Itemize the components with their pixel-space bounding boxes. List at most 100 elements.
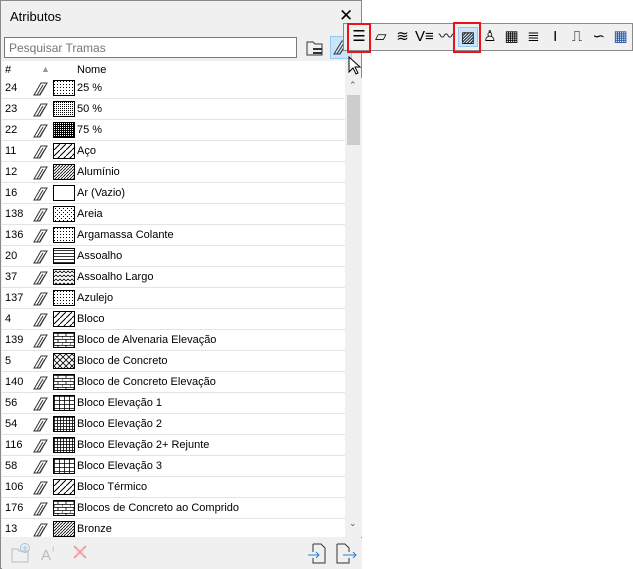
sort-ascending-icon[interactable]: ▲: [41, 64, 50, 74]
pattern-swatch: [53, 101, 75, 117]
list-item[interactable]: 54 Bloco Elevação 2: [2, 414, 345, 435]
pen-set-icon[interactable]: V≡: [414, 27, 434, 47]
fill-type-icon: [33, 166, 48, 180]
fill-type-icon: [33, 439, 48, 453]
fill-id: 54: [5, 418, 18, 430]
list-item[interactable]: 11 Aço: [2, 141, 345, 162]
fill-id: 37: [5, 271, 18, 283]
line-type-icon[interactable]: ▱: [371, 27, 391, 47]
pattern-swatch: [53, 290, 75, 306]
attributes-window: Atributos ✕ # ▲ Nome 24 25 %23 50 %22 75…: [0, 0, 362, 569]
fill-name: Ar (Vazio): [77, 187, 126, 199]
list-item[interactable]: 5 Bloco de Concreto: [2, 351, 345, 372]
search-input[interactable]: [4, 37, 297, 58]
pattern-swatch: [53, 521, 75, 537]
list-item[interactable]: 139 Bloco de Alvenaria Elevação: [2, 330, 345, 351]
fill-name: Assoalho Largo: [77, 271, 154, 283]
pattern-swatch: [53, 143, 75, 159]
pattern-swatch: [53, 437, 75, 453]
list-item[interactable]: 136 Argamassa Colante: [2, 225, 345, 246]
column-id[interactable]: #: [5, 64, 11, 76]
new-fill-icon[interactable]: [10, 542, 32, 564]
pattern-swatch: [53, 479, 75, 495]
pattern-swatch: [53, 80, 75, 96]
list-item[interactable]: 23 50 %: [2, 99, 345, 120]
fill-type-icon: [33, 250, 48, 264]
pattern-swatch: [53, 332, 75, 348]
fill-type-icon: [33, 313, 48, 327]
profile-icon[interactable]: ♙: [480, 27, 500, 47]
svg-text:A: A: [41, 547, 51, 563]
pattern-swatch: [53, 416, 75, 432]
list-item[interactable]: 12 Alumínio: [2, 162, 345, 183]
pattern-swatch: [53, 122, 75, 138]
fill-id: 16: [5, 187, 18, 199]
fill-type-icon: [33, 460, 48, 474]
fill-id: 140: [5, 376, 24, 388]
fill-type-icon: [33, 124, 48, 138]
fill-id: 12: [5, 166, 18, 178]
fill-id: 116: [5, 439, 23, 451]
rename-icon[interactable]: AI: [40, 543, 60, 563]
layer-icon[interactable]: I: [545, 27, 565, 47]
fill-type-icon: [33, 481, 48, 495]
fill-list: 24 25 % 23 50 % 22 75 % 11 Aço 12 Alumínio 16…: [2, 78, 345, 537]
fill-id: 138: [5, 208, 24, 220]
list-item[interactable]: 140 Bloco de Concreto Elevação: [2, 372, 345, 393]
scroll-down-icon[interactable]: ⌄: [349, 518, 357, 529]
fill-id: 11: [5, 145, 17, 157]
list-item[interactable]: 20 Assoalho: [2, 246, 345, 267]
mouse-cursor-icon: [348, 56, 362, 75]
highlight-box-list: [347, 23, 371, 53]
list-item[interactable]: 137 Azulejo: [2, 288, 345, 309]
list-item[interactable]: 176 Blocos de Concreto ao Comprido: [2, 498, 345, 519]
list-item[interactable]: 58 Bloco Elevação 3: [2, 456, 345, 477]
pattern-swatch: [53, 269, 75, 285]
fill-type-icon: [33, 271, 48, 285]
markup-icon[interactable]: ⎍: [567, 27, 587, 47]
fill-name: Bloco Elevação 3: [77, 460, 162, 472]
list-item[interactable]: 56 Bloco Elevação 1: [2, 393, 345, 414]
fill-id: 58: [5, 460, 18, 472]
list-item[interactable]: 106 Bloco Térmico: [2, 477, 345, 498]
scrollbar[interactable]: ⌃ ⌄: [345, 78, 362, 537]
fill-name: Argamassa Colante: [77, 229, 174, 241]
fill-id: 137: [5, 292, 24, 304]
building-material-icon[interactable]: ≋: [393, 27, 413, 47]
list-item[interactable]: 22 75 %: [2, 120, 345, 141]
composite-icon[interactable]: ▦: [502, 27, 522, 47]
pattern-swatch: [53, 164, 75, 180]
scrollbar-thumb[interactable]: [347, 95, 360, 145]
fill-type-icon: [33, 397, 48, 411]
attribute-type-toolbar: ☰ ▱ ≋ V≡ 〰 ▨ ♙ ▦ ≣ I ⎍ ∽ ▦: [343, 23, 633, 51]
delete-icon[interactable]: [71, 543, 89, 561]
list-item[interactable]: 13 Bronze: [2, 519, 345, 537]
fill-name: Areia: [77, 208, 103, 220]
fill-name: Bloco de Concreto: [77, 355, 168, 367]
zone-icon[interactable]: ≣: [523, 27, 543, 47]
scroll-up-icon[interactable]: ⌃: [349, 80, 357, 91]
operation-profile-icon[interactable]: ∽: [589, 27, 609, 47]
fill-id: 176: [5, 502, 24, 514]
table-icon[interactable]: ▦: [611, 27, 631, 47]
list-item[interactable]: 4 Bloco: [2, 309, 345, 330]
import-icon[interactable]: [307, 542, 327, 564]
list-item[interactable]: 116 Bloco Elevação 2+ Rejunte: [2, 435, 345, 456]
list-item[interactable]: 16 Ar (Vazio): [2, 183, 345, 204]
fill-name: Bloco: [77, 313, 105, 325]
fill-type-icon: [33, 355, 48, 369]
column-name[interactable]: Nome: [77, 64, 106, 76]
pattern-swatch: [53, 395, 75, 411]
fill-name: Bloco Elevação 2+ Rejunte: [77, 439, 210, 451]
library-folder-icon[interactable]: [305, 38, 325, 58]
fill-type-icon: [33, 334, 48, 348]
list-item[interactable]: 138 Areia: [2, 204, 345, 225]
fill-id: 23: [5, 103, 18, 115]
bottom-toolbar: AI: [2, 538, 362, 569]
pattern-swatch: [53, 311, 75, 327]
fill-id: 139: [5, 334, 24, 346]
window-title: Atributos: [10, 9, 62, 24]
export-icon[interactable]: [335, 542, 357, 564]
list-item[interactable]: 37 Assoalho Largo: [2, 267, 345, 288]
list-item[interactable]: 24 25 %: [2, 78, 345, 99]
